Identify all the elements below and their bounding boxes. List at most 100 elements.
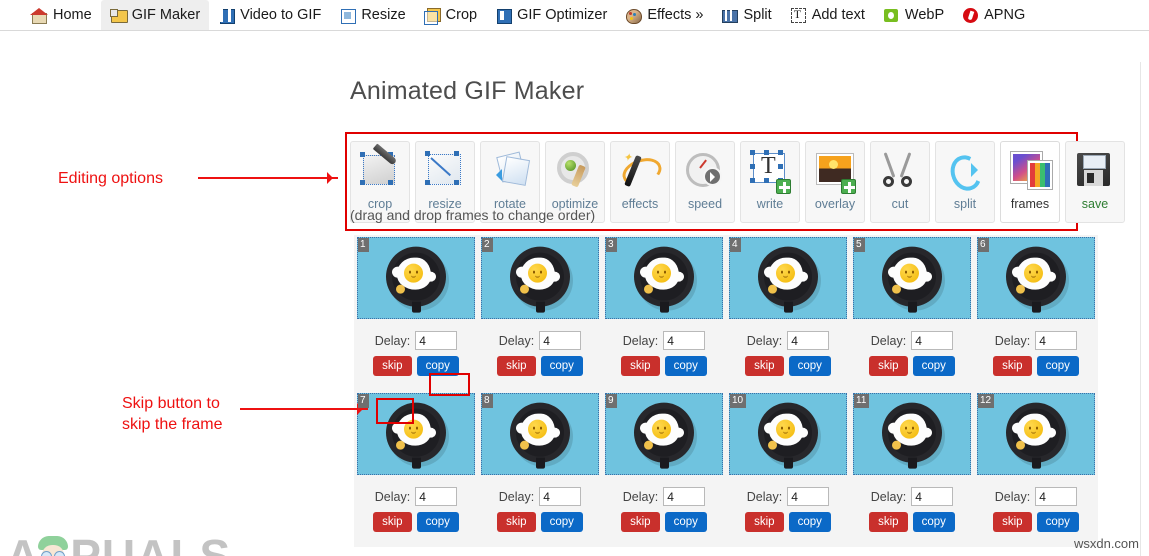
- frame-thumbnail[interactable]: 11: [853, 393, 971, 475]
- frame-card[interactable]: 12 Delay: skipcopy: [974, 391, 1098, 547]
- frame-card[interactable]: 5 Delay: skipcopy: [850, 235, 974, 391]
- tool-button-write[interactable]: write: [740, 141, 800, 223]
- skip-button[interactable]: skip: [993, 512, 1032, 532]
- nav-tab-resize[interactable]: Resize: [330, 0, 414, 30]
- frame-actions: skip copy: [356, 356, 476, 376]
- skip-button[interactable]: skip: [745, 356, 784, 376]
- skip-button[interactable]: skip: [869, 512, 908, 532]
- frame-thumbnail[interactable]: 12: [977, 393, 1095, 475]
- resize-icon: [339, 7, 357, 24]
- tool-button-split[interactable]: split: [935, 141, 995, 223]
- frame-card[interactable]: 1 Delay: skipcopy: [354, 235, 478, 391]
- copy-button[interactable]: copy: [788, 512, 831, 532]
- nav-tab-home[interactable]: Home: [22, 0, 101, 30]
- frame-thumbnail[interactable]: 3: [605, 237, 723, 319]
- frame-number: 5: [854, 238, 865, 252]
- frame-thumbnail[interactable]: 7: [357, 393, 475, 475]
- frame-thumbnail[interactable]: 1: [357, 237, 475, 319]
- skip-button[interactable]: skip: [745, 512, 784, 532]
- skip-button[interactable]: skip: [869, 356, 908, 376]
- rotate-tool-icon: [488, 149, 532, 195]
- nav-tab-add-text[interactable]: Add text: [781, 0, 874, 30]
- delay-input[interactable]: [415, 487, 458, 506]
- copy-button[interactable]: copy: [1036, 356, 1079, 376]
- frame-card[interactable]: 10 Delay: skipcopy: [726, 391, 850, 547]
- delay-label: Delay:: [994, 333, 1031, 348]
- frame-number: 2: [482, 238, 493, 252]
- tool-button-save[interactable]: save: [1065, 141, 1125, 223]
- skip-button[interactable]: skip: [621, 512, 660, 532]
- frame-card[interactable]: 11 Delay: skipcopy: [850, 391, 974, 547]
- fried-egg-pan-icon: [879, 400, 945, 469]
- copy-button[interactable]: copy: [416, 512, 459, 532]
- fried-egg-pan-icon: [383, 400, 449, 469]
- nav-tab-effects[interactable]: Effects »: [616, 0, 712, 30]
- nav-tab-crop[interactable]: Crop: [415, 0, 486, 30]
- frame-card[interactable]: 7 Delay: skipcopy: [354, 391, 478, 547]
- frame-thumbnail[interactable]: 4: [729, 237, 847, 319]
- nav-tab-split[interactable]: Split: [712, 0, 780, 30]
- nav-tab-gif-maker[interactable]: GIF Maker: [100, 0, 210, 30]
- frame-thumbnail[interactable]: 2: [481, 237, 599, 319]
- frame-thumbnail[interactable]: 8: [481, 393, 599, 475]
- skip-button[interactable]: skip: [993, 356, 1032, 376]
- tool-label: overlay: [814, 197, 856, 211]
- fried-egg-pan-icon: [383, 244, 449, 313]
- frame-thumbnail[interactable]: 10: [729, 393, 847, 475]
- frame-card[interactable]: 8 Delay: skipcopy: [478, 391, 602, 547]
- fried-egg-pan-icon: [1003, 244, 1069, 313]
- tool-button-cut[interactable]: cut: [870, 141, 930, 223]
- app-page: Home GIF Maker Video to GIF Resize Crop GIF O…: [0, 0, 1149, 556]
- delay-input[interactable]: [663, 487, 706, 506]
- frame-thumbnail[interactable]: 9: [605, 393, 723, 475]
- skip-button[interactable]: skip: [497, 356, 536, 376]
- apng-icon: [962, 7, 979, 24]
- delay-input[interactable]: [787, 487, 830, 506]
- write-tool-icon: [748, 149, 792, 195]
- delay-input[interactable]: [415, 331, 458, 350]
- frame-card[interactable]: 3 Delay: skipcopy: [602, 235, 726, 391]
- frame-thumbnail[interactable]: 5: [853, 237, 971, 319]
- frame-card[interactable]: 2 Delay: skipcopy: [478, 235, 602, 391]
- tool-button-frames[interactable]: frames: [1000, 141, 1060, 223]
- delay-row: Delay:: [480, 487, 600, 506]
- copy-button[interactable]: copy: [788, 356, 831, 376]
- delay-input[interactable]: [787, 331, 830, 350]
- frame-card[interactable]: 9 Delay: skipcopy: [602, 391, 726, 547]
- delay-row: Delay:: [480, 331, 600, 350]
- fried-egg-pan-icon: [631, 400, 697, 469]
- skip-button[interactable]: skip: [373, 512, 412, 532]
- delay-input[interactable]: [911, 487, 954, 506]
- delay-row: Delay:: [728, 487, 848, 506]
- delay-input[interactable]: [663, 331, 706, 350]
- copy-button[interactable]: copy: [912, 356, 955, 376]
- nav-tab-video-to-gif[interactable]: Video to GIF: [209, 0, 330, 30]
- delay-input[interactable]: [539, 331, 582, 350]
- copy-button[interactable]: copy: [664, 356, 707, 376]
- tool-button-speed[interactable]: speed: [675, 141, 735, 223]
- copy-button[interactable]: copy: [664, 512, 707, 532]
- skip-button[interactable]: skip: [621, 356, 660, 376]
- delay-label: Delay:: [746, 489, 783, 504]
- nav-tab-webp[interactable]: WebP: [874, 0, 953, 30]
- tool-button-overlay[interactable]: overlay: [805, 141, 865, 223]
- delay-input[interactable]: [539, 487, 582, 506]
- frame-number: 12: [978, 394, 995, 408]
- delay-label: Delay:: [870, 333, 907, 348]
- copy-button[interactable]: copy: [540, 356, 583, 376]
- copy-button[interactable]: copy: [912, 512, 955, 532]
- copy-button[interactable]: copy: [1036, 512, 1079, 532]
- delay-input[interactable]: [911, 331, 954, 350]
- frame-card[interactable]: 6 Delay: skipcopy: [974, 235, 1098, 391]
- delay-input[interactable]: [1035, 331, 1078, 350]
- skip-button[interactable]: skip: [373, 356, 412, 376]
- skip-button[interactable]: skip: [497, 512, 536, 532]
- nav-tab-gif-optimizer[interactable]: GIF Optimizer: [486, 0, 616, 30]
- copy-button[interactable]: copy: [416, 356, 459, 376]
- frame-thumbnail[interactable]: 6: [977, 237, 1095, 319]
- delay-input[interactable]: [1035, 487, 1078, 506]
- frame-card[interactable]: 4 Delay: skipcopy: [726, 235, 850, 391]
- nav-tab-apng[interactable]: APNG: [953, 0, 1034, 30]
- copy-button[interactable]: copy: [540, 512, 583, 532]
- tool-button-effects[interactable]: effects: [610, 141, 670, 223]
